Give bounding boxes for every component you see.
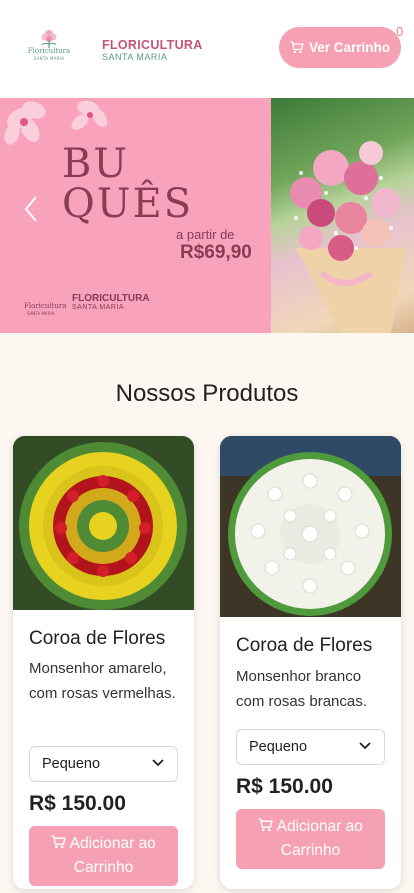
size-select-value: Pequeno: [42, 756, 101, 772]
cart-icon: [51, 835, 66, 849]
products-section-title: Nossos Produtos: [115, 380, 299, 407]
brand-subtitle: SANTA MARIA: [102, 52, 168, 62]
cart-count-badge: 0: [396, 24, 404, 39]
banner-logo-small-sub: SANTA MARIA: [27, 311, 55, 316]
size-select[interactable]: Pequeno: [236, 729, 385, 765]
size-select-value: Pequeno: [249, 739, 308, 755]
logo[interactable]: Floricultura SANTA MARIA: [26, 28, 72, 64]
view-cart-label: Ver Carrinho: [308, 40, 391, 55]
product-image: [220, 436, 401, 617]
chevron-down-icon: [152, 759, 164, 767]
bouquet-photo: [271, 98, 414, 333]
add-to-cart-content: Adicionar ao Carrinho: [244, 815, 377, 863]
product-description: Monsenhor amarelo, com rosas vermelhas.: [29, 660, 176, 702]
product-card: Coroa de Flores Monsenhor branco com ros…: [220, 436, 401, 889]
chevron-down-icon: [359, 742, 371, 750]
logo-small-name: Floricultura: [27, 47, 71, 55]
product-name: Coroa de Flores: [29, 628, 166, 649]
logo-small-sub: SANTA MARIA: [33, 56, 65, 61]
yellow-red-wreath-image: [13, 436, 194, 610]
banner-brand-title: FLORICULTURA: [72, 293, 150, 304]
banner-title-line2: QUÊS: [62, 181, 194, 227]
add-to-cart-label: Adicionar ao Carrinho: [276, 818, 363, 859]
cart-icon: [290, 41, 304, 54]
banner-logo-small-name: Floricultura: [24, 302, 67, 310]
product-description: Monsenhor branco com rosas brancas.: [236, 668, 367, 710]
white-wreath-image: [220, 436, 401, 617]
site-header: Floricultura SANTA MARIA FLORICULTURA SA…: [0, 0, 414, 98]
add-to-cart-button[interactable]: Adicionar ao Carrinho: [29, 826, 178, 886]
add-to-cart-content: Adicionar ao Carrinho: [37, 832, 170, 880]
chevron-left-icon: [24, 196, 37, 222]
hero-carousel[interactable]: BU QUÊS a partir de R$69,90 Floricultura…: [0, 98, 414, 333]
carousel-prev-button[interactable]: [18, 190, 44, 228]
banner-brand-subtitle: SANTA MARIA: [72, 304, 125, 311]
view-cart-button[interactable]: Ver Carrinho: [279, 27, 401, 68]
product-name: Coroa de Flores: [236, 635, 373, 656]
size-select[interactable]: Pequeno: [29, 746, 178, 782]
product-image: [13, 436, 194, 610]
banner-from-label: a partir de: [176, 227, 235, 242]
brand-title[interactable]: FLORICULTURA: [102, 38, 203, 52]
cart-icon: [258, 818, 273, 832]
add-to-cart-label: Adicionar ao Carrinho: [69, 835, 156, 876]
bouquet-image: [290, 141, 406, 333]
product-price: R$ 150.00: [29, 792, 126, 815]
banner-price: R$69,90: [180, 242, 252, 263]
banner-title-line1: BU: [62, 141, 130, 187]
add-to-cart-button[interactable]: Adicionar ao Carrinho: [236, 809, 385, 869]
product-card: Coroa de Flores Monsenhor amarelo, com r…: [13, 436, 194, 889]
product-price: R$ 150.00: [236, 775, 333, 798]
